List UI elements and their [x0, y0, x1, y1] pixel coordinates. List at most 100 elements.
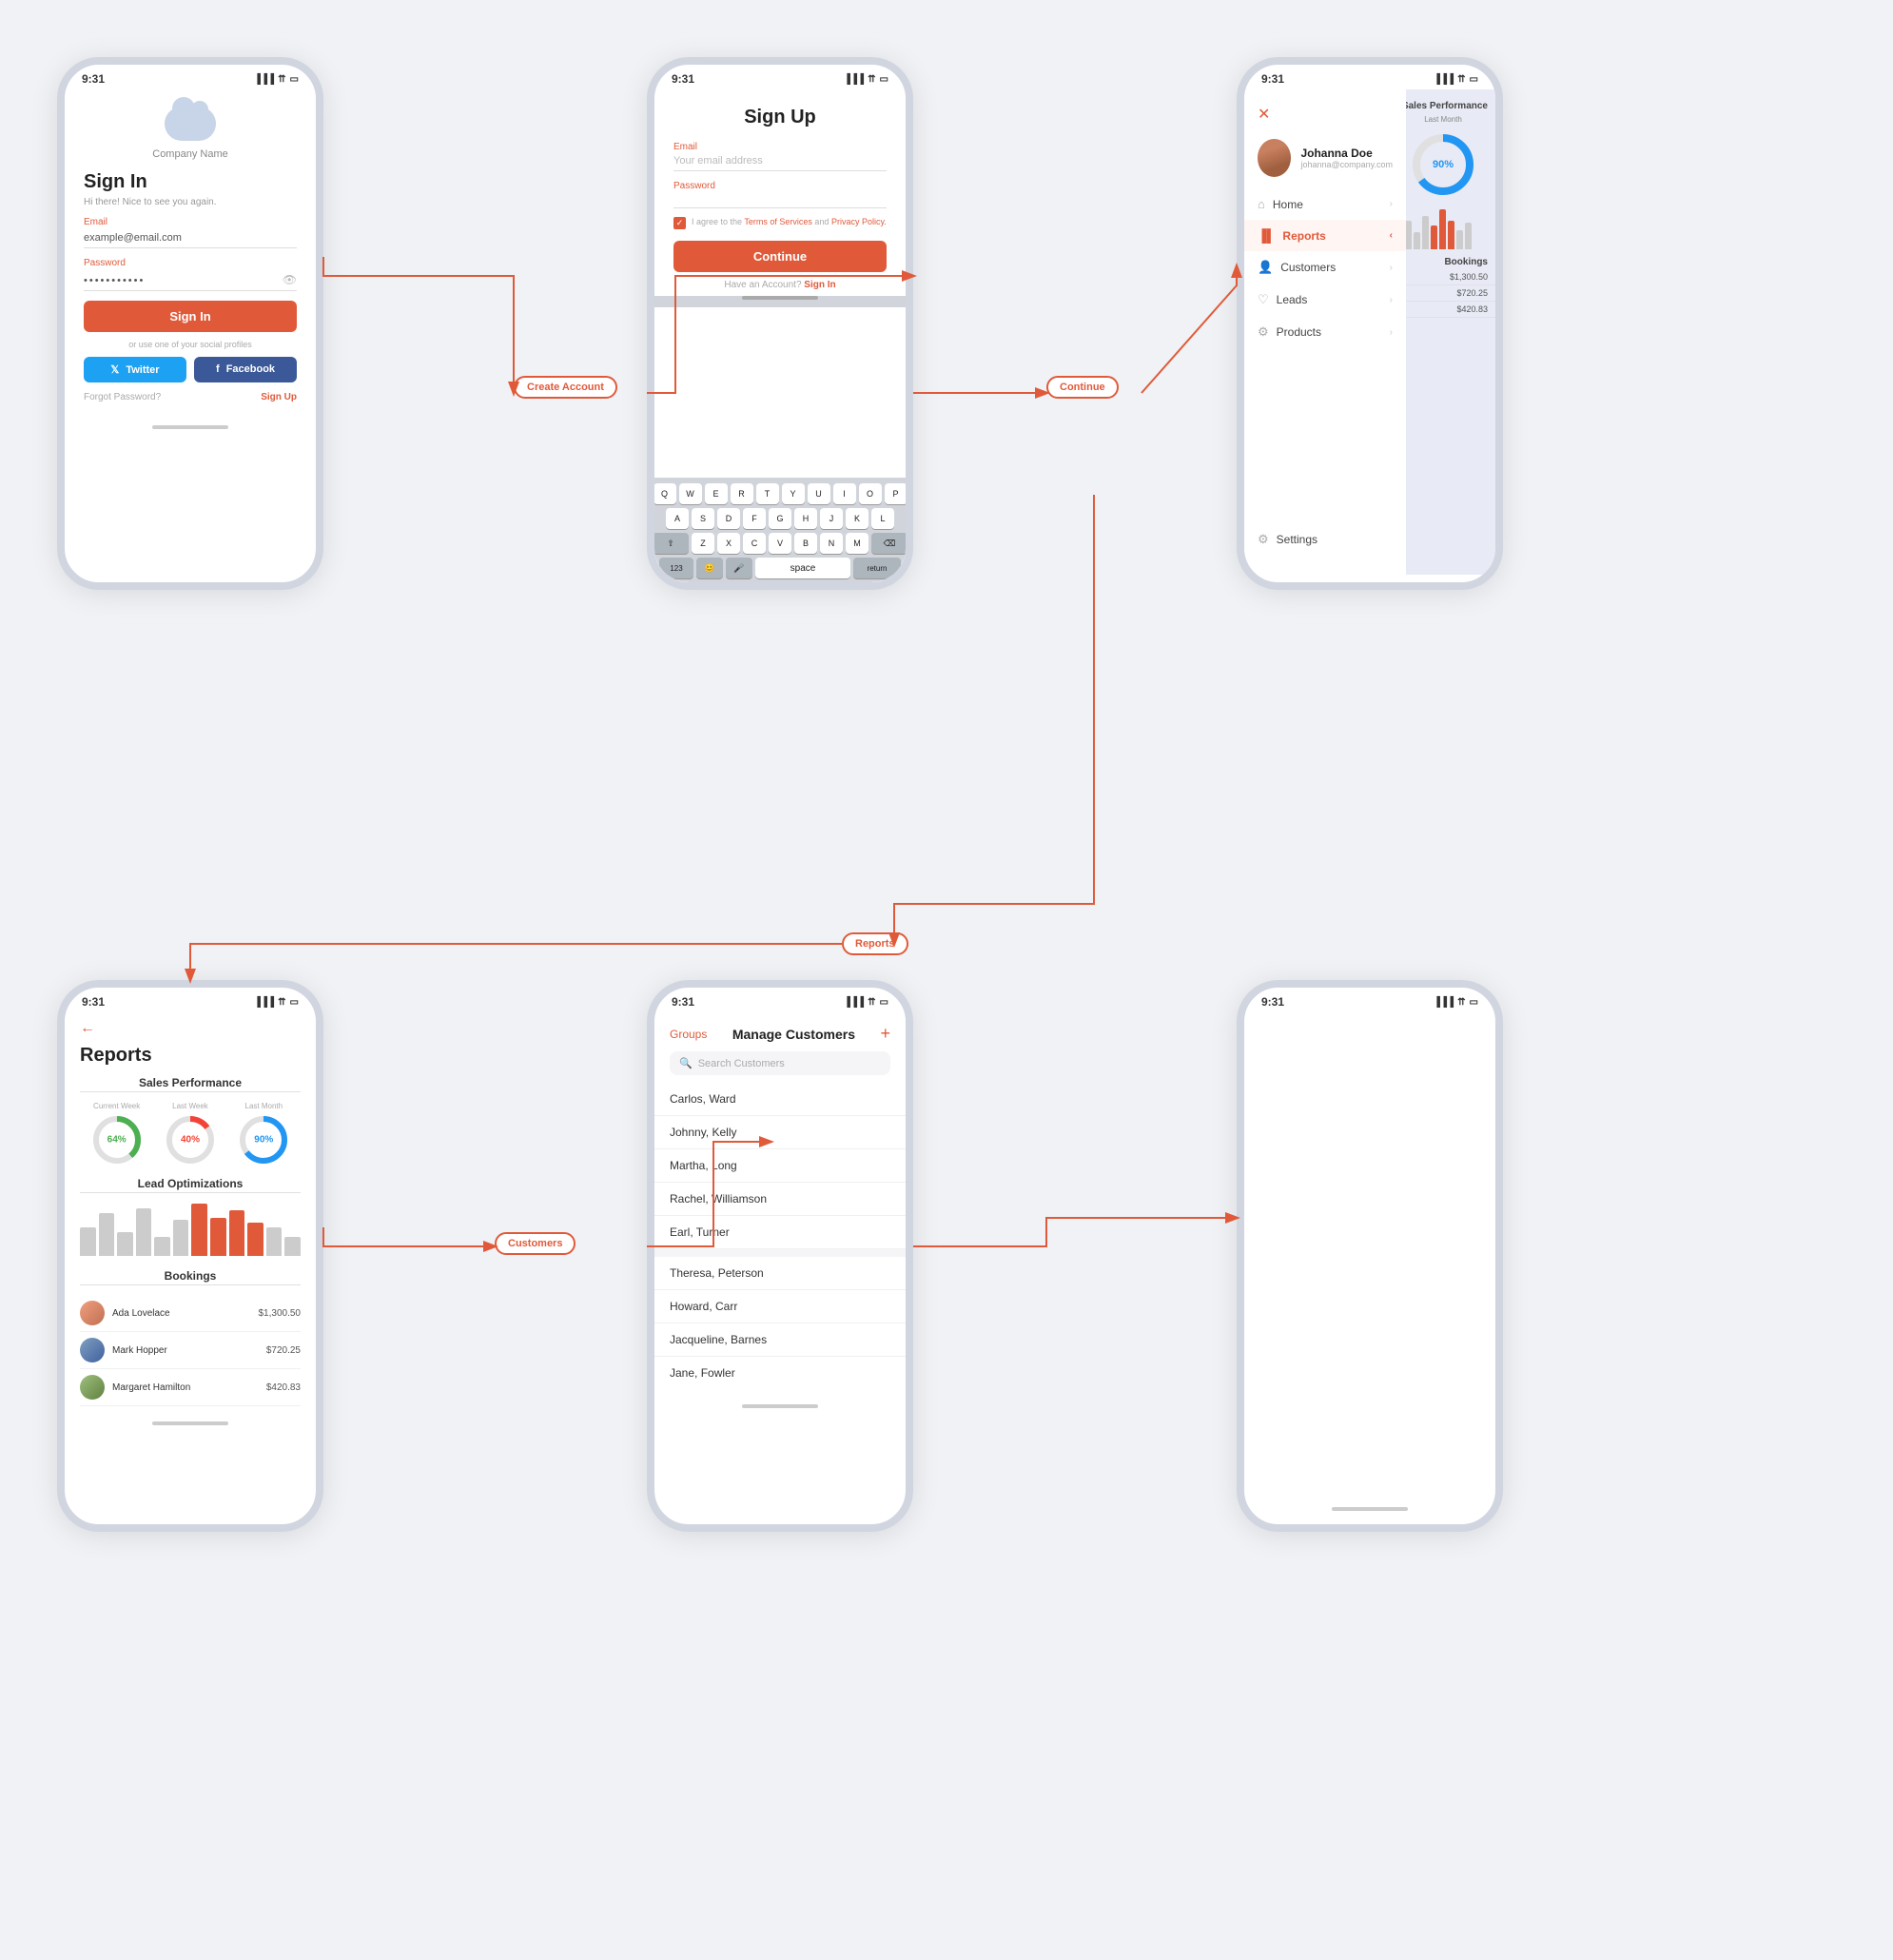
chevron-customers: ›: [1390, 263, 1393, 273]
status-icons-5: ▐▐▐⇈▭: [844, 997, 888, 1008]
manage-customers-title: Manage Customers: [732, 1027, 855, 1042]
terms-row: ✓ I agree to the Terms of Services and P…: [673, 216, 887, 229]
customer-item-1[interactable]: Carlos, Ward: [654, 1083, 906, 1116]
customer-item-5[interactable]: Earl, Turner: [654, 1216, 906, 1249]
key-i[interactable]: I: [833, 483, 856, 504]
customer-item-9[interactable]: Jane, Fowler: [654, 1357, 906, 1389]
key-v[interactable]: V: [769, 533, 791, 554]
booking-amt-3: $420.83: [266, 1382, 301, 1393]
password-wrap: 👁: [84, 271, 297, 291]
signup-link[interactable]: Sign Up: [261, 392, 297, 402]
profile-section: Johanna Doe johanna@company.com: [1244, 131, 1406, 188]
key-e[interactable]: E: [705, 483, 728, 504]
search-placeholder: Search Customers: [698, 1058, 785, 1069]
key-return[interactable]: return: [853, 558, 901, 578]
search-bar[interactable]: 🔍 Search Customers: [670, 1051, 890, 1075]
forgot-password[interactable]: Forgot Password?: [84, 392, 161, 402]
menu-label-home: Home: [1273, 198, 1303, 211]
menu-item-settings[interactable]: ⚙ Settings: [1244, 523, 1406, 556]
customer-item-8[interactable]: Jacqueline, Barnes: [654, 1323, 906, 1357]
groups-label[interactable]: Groups: [670, 1028, 707, 1041]
booking-avatar-3: [80, 1375, 105, 1400]
facebook-icon: f: [216, 363, 220, 375]
bookings-header: Bookings: [80, 1269, 301, 1283]
key-b[interactable]: B: [794, 533, 817, 554]
menu-item-products[interactable]: ⚙ Products ›: [1244, 316, 1406, 348]
key-j[interactable]: J: [820, 508, 843, 529]
booking-amount-1: $1,300.50: [1391, 269, 1495, 285]
home-indicator-2: [742, 296, 818, 300]
terms-text: I agree to the Terms of Services and Pri…: [692, 216, 887, 228]
booking-row-1: Ada Lovelace $1,300.50: [80, 1295, 301, 1332]
key-l[interactable]: L: [871, 508, 894, 529]
key-p[interactable]: P: [885, 483, 907, 504]
customer-item-6[interactable]: Theresa, Peterson: [654, 1257, 906, 1290]
close-button[interactable]: ✕: [1244, 97, 1406, 131]
key-k[interactable]: K: [846, 508, 868, 529]
key-emoji[interactable]: 😊: [696, 558, 723, 578]
password-input[interactable]: [84, 273, 297, 291]
customers-header: Groups Manage Customers +: [654, 1020, 906, 1051]
eye-icon[interactable]: 👁: [283, 273, 297, 286]
key-q[interactable]: Q: [654, 483, 676, 504]
menu-label-settings: Settings: [1277, 533, 1317, 546]
key-m[interactable]: M: [846, 533, 868, 554]
key-shift[interactable]: ⇧: [654, 533, 689, 554]
customer-item-2[interactable]: Johnny, Kelly: [654, 1116, 906, 1149]
have-account-text: Have an Account? Sign In: [673, 280, 887, 290]
su-password-input[interactable]: [673, 194, 887, 208]
customer-item-3[interactable]: Martha, Long: [654, 1149, 906, 1183]
key-123[interactable]: 123: [659, 558, 693, 578]
email-input[interactable]: example@email.com: [84, 230, 297, 248]
key-x[interactable]: X: [717, 533, 740, 554]
key-o[interactable]: O: [859, 483, 882, 504]
menu-item-reports[interactable]: ▐▌ Reports ‹: [1244, 220, 1406, 251]
phone-reports: 9:31 ▐▐▐⇈▭ ← Reports Sales Performance C…: [57, 980, 323, 1532]
continue-button[interactable]: Continue: [673, 241, 887, 272]
booking-avatar-1: [80, 1301, 105, 1325]
back-arrow[interactable]: ←: [80, 1020, 301, 1037]
key-backspace[interactable]: ⌫: [871, 533, 906, 554]
menu-item-leads[interactable]: ♡ Leads ›: [1244, 284, 1406, 316]
twitter-button[interactable]: 𝕏 Twitter: [84, 357, 186, 382]
key-s[interactable]: S: [692, 508, 714, 529]
terms-checkbox[interactable]: ✓: [673, 217, 686, 229]
last-month-pct: 90%: [254, 1135, 273, 1146]
su-email-label: Email: [673, 142, 887, 152]
key-d[interactable]: D: [717, 508, 740, 529]
signin-button[interactable]: Sign In: [84, 301, 297, 332]
phone-customers: 9:31 ▐▐▐⇈▭ Groups Manage Customers + 🔍 S…: [647, 980, 913, 1532]
menu-item-customers[interactable]: 👤 Customers ›: [1244, 251, 1406, 284]
key-t[interactable]: T: [756, 483, 779, 504]
status-time-4: 9:31: [82, 995, 105, 1009]
customer-item-4[interactable]: Rachel, Williamson: [654, 1183, 906, 1216]
key-u[interactable]: U: [808, 483, 830, 504]
status-icons: ▐▐▐⇈▭: [254, 74, 299, 85]
key-z[interactable]: Z: [692, 533, 714, 554]
signin-link-su[interactable]: Sign In: [804, 280, 835, 290]
phone-signup: 9:31 ▐▐▐⇈▭ Sign Up Email Your email addr…: [647, 57, 913, 590]
key-a[interactable]: A: [666, 508, 689, 529]
signin-title: Sign In: [84, 171, 297, 193]
company-name: Company Name: [152, 148, 227, 160]
email-label: Email: [84, 217, 297, 227]
bookings-underline: [80, 1284, 301, 1285]
key-h[interactable]: H: [794, 508, 817, 529]
facebook-button[interactable]: f Facebook: [194, 357, 297, 382]
customer-item-7[interactable]: Howard, Carr: [654, 1290, 906, 1323]
su-email-input[interactable]: Your email address: [673, 155, 887, 171]
key-y[interactable]: Y: [782, 483, 805, 504]
key-mic[interactable]: 🎤: [726, 558, 752, 578]
key-w[interactable]: W: [679, 483, 702, 504]
menu-item-home[interactable]: ⌂ Home ›: [1244, 188, 1406, 220]
key-f[interactable]: F: [743, 508, 766, 529]
key-g[interactable]: G: [769, 508, 791, 529]
key-c[interactable]: C: [743, 533, 766, 554]
key-space[interactable]: space: [755, 558, 850, 578]
social-label: or use one of your social profiles: [84, 340, 297, 349]
key-r[interactable]: R: [731, 483, 753, 504]
key-n[interactable]: N: [820, 533, 843, 554]
donut-current-week: 64%: [91, 1114, 143, 1166]
add-customer-button[interactable]: +: [880, 1024, 890, 1044]
home-indicator-6: [1332, 1507, 1408, 1511]
